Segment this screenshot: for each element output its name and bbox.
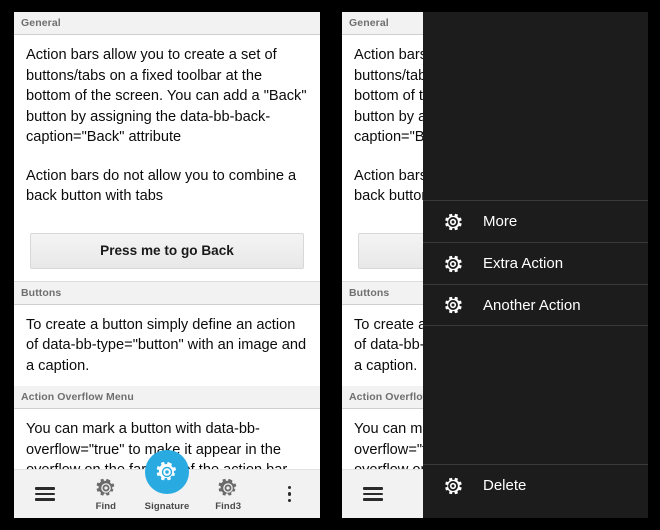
gear-icon <box>441 211 465 233</box>
gear-icon <box>441 294 465 316</box>
gear-icon <box>441 253 465 275</box>
overflow-menu-item-another-action[interactable]: Another Action <box>423 284 648 326</box>
action-bar-item-menu[interactable] <box>342 470 403 518</box>
action-bar-item-find3[interactable]: Find3 <box>198 470 259 518</box>
phone-panel-left: General Action bars allow you to create … <box>14 12 320 518</box>
gear-icon <box>95 477 117 499</box>
section-header-general: General <box>14 12 320 35</box>
overflow-menu-label-extra-action: Extra Action <box>483 255 564 272</box>
hamburger-icon <box>362 487 383 501</box>
action-bar-label-find: Find <box>95 500 117 512</box>
kebab-overflow-icon <box>287 485 292 503</box>
gear-icon <box>155 460 179 484</box>
section-body-general: Action bars allow you to create a set of… <box>14 35 320 217</box>
signature-featured-bubble <box>145 450 189 494</box>
action-bar-label-signature: Signature <box>144 501 190 512</box>
section-body-buttons: To create a button simply define an acti… <box>14 305 320 387</box>
screenshot-stage: General Action bars allow you to create … <box>0 0 660 530</box>
content-scroll-area-left[interactable]: General Action bars allow you to create … <box>14 12 320 470</box>
action-bar-item-menu[interactable] <box>14 470 75 518</box>
overflow-menu-label-more: More <box>483 213 518 230</box>
paragraph-general-1: Action bars allow you to create a set of… <box>26 47 307 145</box>
action-bar-item-signature[interactable]: Signature <box>136 450 197 518</box>
overflow-menu-list: More Extra Action Another Action <box>423 200 648 326</box>
gear-icon <box>441 475 465 497</box>
action-bar-item-find[interactable]: Find <box>75 470 136 518</box>
action-bar-label-find3: Find3 <box>215 500 242 512</box>
gear-icon <box>217 477 239 499</box>
action-bar-left: Find Signature Find3 <box>14 450 320 518</box>
overflow-menu-label-delete: Delete <box>483 477 527 494</box>
overflow-menu-item-more[interactable]: More <box>423 200 648 242</box>
paragraph-buttons-1: To create a button simply define an acti… <box>26 316 307 374</box>
phone-panel-right: General Action bars allow you to create … <box>342 12 648 518</box>
overflow-menu-item-extra-action[interactable]: Extra Action <box>423 242 648 284</box>
paragraph-general-2: Action bars do not allow you to combine … <box>26 167 297 205</box>
hamburger-icon <box>34 487 55 501</box>
section-header-action-overflow-menu: Action Overflow Menu <box>14 386 320 409</box>
action-bar-item-overflow[interactable] <box>259 470 320 518</box>
overflow-menu-label-another-action: Another Action <box>483 296 581 314</box>
overflow-menu-item-delete[interactable]: Delete <box>423 464 648 506</box>
overflow-menu-bottom-group: Delete <box>423 464 648 506</box>
action-overflow-menu-overlay[interactable]: More Extra Action Another Action Delete <box>423 12 648 518</box>
press-me-to-go-back-button[interactable]: Press me to go Back <box>30 232 304 269</box>
section-header-buttons: Buttons <box>14 281 320 305</box>
